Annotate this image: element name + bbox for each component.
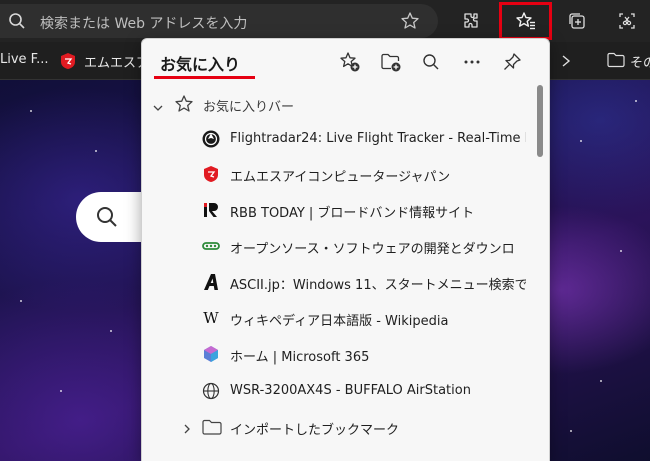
bookmark-label: Flightradar24: Live Flight Tracker - Rea… (230, 131, 526, 146)
bookmark-label: ウィキペディア日本語版 - Wikipedia (230, 314, 449, 329)
more-options-icon[interactable] (459, 49, 485, 75)
bookmark-item[interactable]: ホーム | Microsoft 365 (142, 337, 537, 371)
favbar-item-folder[interactable]: その (630, 52, 650, 71)
chevron-right-icon[interactable] (182, 420, 192, 439)
wikipedia-icon: W (203, 309, 219, 327)
collections-icon[interactable] (562, 6, 592, 36)
screenshot-capture-icon[interactable] (612, 6, 642, 36)
chevron-down-icon[interactable] (152, 98, 164, 117)
pin-icon[interactable] (499, 49, 525, 75)
favbar-item-live-f[interactable]: Live F... (0, 52, 48, 67)
add-favorite-icon[interactable] (337, 49, 363, 75)
panel-scrollbar[interactable] (537, 85, 543, 157)
bookmark-label: WSR-3200AX4S - BUFFALO AirStation (230, 383, 471, 398)
bookmark-item[interactable]: RBB TODAY | ブロードバンド情報サイト (142, 193, 537, 227)
folder-label: お気に入りバー (203, 100, 295, 115)
address-bar[interactable]: 検索または Web アドレスを入力 (0, 4, 438, 38)
bookmark-item[interactable]: ASCII.jp：Windows 11、スタートメニュー検索で (142, 265, 537, 299)
osdn-icon (202, 237, 220, 255)
bookmark-item[interactable]: WSR-3200AX4S - BUFFALO AirStation (142, 374, 537, 408)
flightradar-icon (202, 130, 220, 148)
favorites-button-highlight (499, 2, 552, 40)
bookmark-label: エムエスアイコンピュータージャパン (230, 170, 451, 185)
ascii-icon (202, 273, 220, 291)
bookmark-label: RBB TODAY | ブロードバンド情報サイト (230, 206, 475, 221)
add-folder-icon[interactable] (378, 49, 404, 75)
star-folder-icon (174, 94, 194, 118)
subfolder-label: インポートしたブックマーク (230, 423, 400, 438)
panel-title: お気に入り (160, 55, 241, 74)
add-favorite-star-icon[interactable] (400, 11, 420, 35)
bookmark-item[interactable]: Flightradar24: Live Flight Tracker - Rea… (142, 122, 537, 156)
search-icon (96, 206, 118, 232)
folder-icon (607, 52, 625, 72)
search-favorites-icon[interactable] (418, 49, 444, 75)
favorites-panel-header: お気に入り (142, 39, 549, 85)
bookmark-label: ASCII.jp：Windows 11、スタートメニュー検索で (230, 278, 526, 293)
folder-imported-bookmarks[interactable]: インポートしたブックマーク (142, 410, 537, 444)
folder-favorites-bar[interactable]: お気に入りバー (142, 87, 537, 121)
extensions-icon[interactable] (456, 6, 486, 36)
globe-icon (202, 382, 220, 400)
bookmark-item[interactable]: W ウィキペディア日本語版 - Wikipedia (142, 301, 537, 335)
bookmark-item[interactable]: エムエスアイコンピュータージャパン (142, 157, 537, 191)
title-underline (154, 76, 255, 79)
msi-icon (202, 165, 220, 183)
msi-icon (60, 52, 76, 74)
chevron-right-icon[interactable] (560, 53, 572, 72)
browser-toolbar: 検索または Web アドレスを入力 (0, 0, 650, 42)
bookmark-label: ホーム | Microsoft 365 (230, 350, 370, 365)
search-icon (8, 12, 26, 34)
microsoft365-icon (202, 345, 220, 363)
rbb-icon (202, 201, 220, 219)
folder-icon (202, 418, 222, 440)
favorites-panel: お気に入り お気に入りバー Flightradar24: Live Flight… (141, 38, 550, 461)
bookmark-item[interactable]: オープンソース・ソフトウェアの開発とダウンロ (142, 229, 537, 263)
bookmark-label: オープンソース・ソフトウェアの開発とダウンロ (230, 242, 515, 257)
address-placeholder: 検索または Web アドレスを入力 (40, 16, 248, 32)
